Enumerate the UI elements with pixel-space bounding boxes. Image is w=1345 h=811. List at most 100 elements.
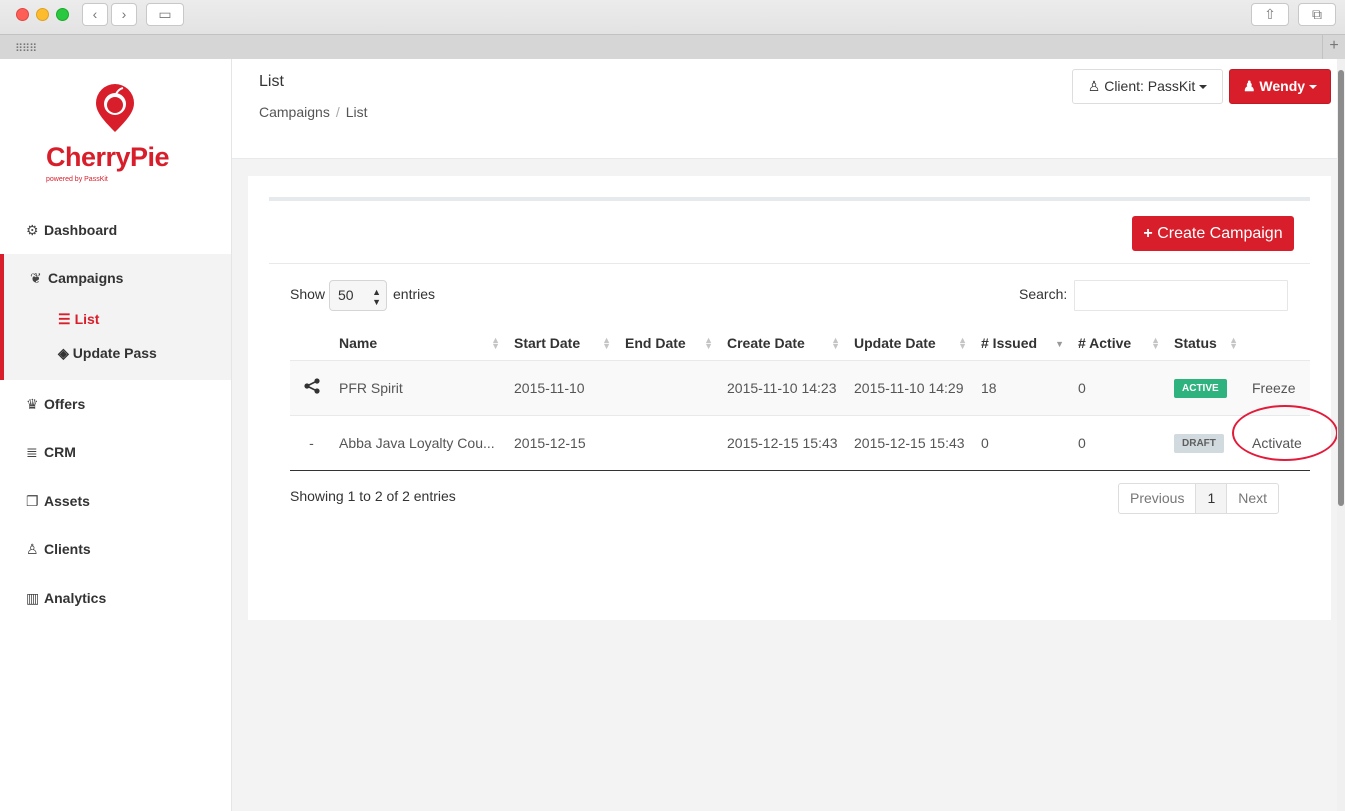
sidebar-item-crm[interactable]: ≣ CRM xyxy=(0,444,231,461)
freeze-link[interactable]: Freeze xyxy=(1246,360,1310,416)
forward-button[interactable]: › xyxy=(111,3,137,26)
show-label: Show xyxy=(290,286,326,302)
entries-label: entries xyxy=(393,286,436,302)
next-page-button[interactable]: Next xyxy=(1226,483,1280,514)
sidebar-item-label: Campaigns xyxy=(48,270,124,286)
sidebar-toggle-button[interactable]: ▭ xyxy=(146,3,184,26)
create-date-cell: 2015-11-10 14:23 xyxy=(721,360,848,416)
sidebar-subitem-update-pass[interactable]: ◈ Update Pass xyxy=(58,345,157,362)
share-button[interactable]: ⇧ xyxy=(1251,3,1289,26)
sidebar-item-label: CRM xyxy=(44,444,76,460)
divider xyxy=(269,263,1310,264)
client-selector-button[interactable]: ♙ Client: PassKit xyxy=(1072,69,1223,104)
bar-chart-icon: ▥ xyxy=(26,590,40,606)
page-title: List xyxy=(259,73,284,90)
campaign-name-link[interactable]: PFR Spirit xyxy=(333,360,508,416)
column-header-update-date[interactable]: Update Date ▲ ▼ xyxy=(848,326,975,361)
caret-down-icon xyxy=(1309,85,1318,90)
minimize-window-button[interactable] xyxy=(36,8,49,21)
create-date-cell: 2015-12-15 15:43 xyxy=(721,415,848,471)
zoom-window-button[interactable] xyxy=(56,8,69,21)
column-header-start-date[interactable]: Start Date ▲ ▼ xyxy=(508,326,619,361)
brand-logo[interactable]: CherryPie powered by PassKit xyxy=(40,84,190,184)
column-header-active[interactable]: # Active ▲ ▼ xyxy=(1072,326,1168,361)
files-icon: ❐ xyxy=(26,493,39,509)
end-date-cell xyxy=(619,415,721,471)
back-button[interactable]: ‹ xyxy=(82,3,108,26)
column-header-label: End Date xyxy=(625,334,686,351)
status-cell: DRAFT xyxy=(1168,415,1246,471)
cherry-logo-icon xyxy=(96,84,134,132)
sidebar-item-campaigns[interactable]: ❦ Campaigns xyxy=(4,270,235,287)
sidebar-item-label: Assets xyxy=(44,493,90,509)
row-share-cell[interactable] xyxy=(290,360,333,416)
sidebar-item-assets[interactable]: ❐ Assets xyxy=(0,493,231,510)
column-header-label: Update Date xyxy=(854,334,936,351)
plus-icon: + xyxy=(1143,225,1153,242)
column-header-create-date[interactable]: Create Date ▲ ▼ xyxy=(721,326,848,361)
share-icon[interactable] xyxy=(303,377,321,395)
close-window-button[interactable] xyxy=(16,8,29,21)
column-header-name[interactable]: Name ▲ ▼ xyxy=(333,326,508,361)
breadcrumb-current: List xyxy=(345,104,368,120)
campaign-list-panel: + Create Campaign Show 50 ▲ ▼ entries Sea… xyxy=(248,176,1331,620)
search-input[interactable] xyxy=(1074,280,1288,311)
caret-down-icon xyxy=(1199,85,1208,90)
search-label: Search: xyxy=(1019,286,1068,302)
sidebar-subitem-label: List xyxy=(74,311,100,327)
tabs-icon: ⧉ xyxy=(1312,6,1322,22)
sidebar-icon: ▭ xyxy=(158,6,172,22)
sidebar-subitem-list[interactable]: ☰ List xyxy=(58,311,99,328)
tab-overview-button[interactable]: ⧉ xyxy=(1298,3,1336,26)
client-selector-label: Client: PassKit xyxy=(1104,78,1196,94)
update-date-cell: 2015-12-15 15:43 xyxy=(848,415,975,471)
campaign-name-link[interactable]: Abba Java Loyalty Cou... xyxy=(333,415,508,471)
breadcrumb-campaigns[interactable]: Campaigns xyxy=(259,104,330,120)
apps-grid-icon[interactable]: ⠿⠿⠿ xyxy=(15,42,37,55)
previous-page-button[interactable]: Previous xyxy=(1118,483,1197,514)
panel-top-border xyxy=(269,197,1310,201)
create-campaign-button[interactable]: + Create Campaign xyxy=(1132,216,1294,251)
sidebar-item-analytics[interactable]: ▥ Analytics xyxy=(0,590,231,607)
sidebar-item-clients[interactable]: ♙ Clients xyxy=(0,541,231,558)
user-icon: ♟ xyxy=(1242,78,1256,94)
column-header-end-date[interactable]: End Date ▲ ▼ xyxy=(619,326,721,361)
chevron-left-icon: ‹ xyxy=(92,6,98,22)
page-1-button[interactable]: 1 xyxy=(1195,483,1228,514)
sort-icon: ▲ ▼ xyxy=(704,335,713,351)
sidebar-item-label: Analytics xyxy=(44,590,107,606)
dashboard-icon: ⚙ xyxy=(26,222,39,238)
sort-desc-icon: ▼ xyxy=(1055,339,1064,349)
database-icon: ≣ xyxy=(26,444,38,460)
table-info: Showing 1 to 2 of 2 entries xyxy=(290,488,456,504)
update-date-cell: 2015-11-10 14:29 xyxy=(848,360,975,416)
sort-icon: ▲ ▼ xyxy=(958,335,967,351)
gift-icon: ♛ xyxy=(26,396,39,412)
active-cell: 0 xyxy=(1072,360,1168,416)
activate-link[interactable]: Activate xyxy=(1246,415,1310,471)
column-header-issued[interactable]: # Issued ▼ xyxy=(975,326,1072,361)
sort-icon: ▲ ▼ xyxy=(1151,335,1160,351)
breadcrumb-separator: / xyxy=(335,104,340,120)
sidebar-item-dashboard[interactable]: ⚙ Dashboard xyxy=(0,222,231,239)
page-size-select[interactable]: 50 ▲ ▼ xyxy=(329,280,387,311)
user-menu-button[interactable]: ♟ Wendy xyxy=(1229,69,1331,104)
sidebar-item-offers[interactable]: ♛ Offers xyxy=(0,396,231,413)
brand-tagline: powered by PassKit xyxy=(46,176,108,183)
campaigns-icon: ❦ xyxy=(30,270,42,286)
active-cell: 0 xyxy=(1072,415,1168,471)
chevron-right-icon: › xyxy=(121,6,127,22)
scrollbar-thumb[interactable] xyxy=(1338,70,1344,506)
column-header-lead xyxy=(290,326,333,361)
row-lead-cell: - xyxy=(290,415,333,471)
column-header-action xyxy=(1246,326,1310,361)
table-header-row: Name ▲ ▼ Start Date ▲ ▼ End Date ▲ ▼ Create Da… xyxy=(290,326,1310,361)
new-tab-button[interactable]: + xyxy=(1322,35,1345,59)
user-tie-icon: ♙ xyxy=(1087,78,1101,94)
select-arrows-icon: ▲ ▼ xyxy=(372,287,381,307)
column-header-status[interactable]: Status ▲ ▼ xyxy=(1168,326,1246,361)
column-header-label: Start Date xyxy=(514,334,581,351)
sidebar-item-label: Dashboard xyxy=(44,222,118,238)
user-tie-icon: ♙ xyxy=(26,541,39,557)
share-icon: ⇧ xyxy=(1264,6,1276,22)
